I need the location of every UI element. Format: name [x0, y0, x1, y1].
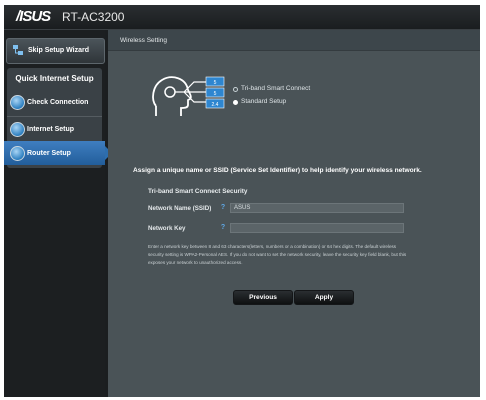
- sidebar-item-label: Router Setup: [27, 150, 71, 157]
- sidebar-item-internet-setup[interactable]: Internet Setup: [4, 117, 105, 141]
- ssid-instruction: Assign a unique name or SSID (Service Se…: [133, 167, 422, 174]
- network-key-input[interactable]: [230, 223, 404, 233]
- sidebar: Skip Setup Wizard Quick Internet Setup C…: [4, 30, 112, 397]
- quick-internet-setup-title: Quick Internet Setup: [15, 74, 94, 83]
- network-key-label: Network Key: [148, 225, 186, 232]
- apply-button[interactable]: Apply: [294, 290, 354, 305]
- step-circle-icon: [10, 146, 25, 161]
- security-section-title: Tri-band Smart Connect Security: [148, 188, 248, 195]
- smart-connect-head-icon: 5 5 2.4: [152, 76, 225, 116]
- skip-setup-wizard-button[interactable]: Skip Setup Wizard: [6, 38, 105, 64]
- step-circle-icon: [10, 122, 25, 137]
- router-window: /ISUS RT-AC3200 Skip Setup Wizard Quick …: [4, 5, 480, 397]
- page-header: Wireless Setting: [108, 30, 480, 51]
- network-name-input[interactable]: ASUS: [230, 203, 404, 213]
- sidebar-item-check-connection[interactable]: Check Connection: [4, 90, 105, 114]
- sidebar-item-router-setup[interactable]: Router Setup: [4, 141, 112, 165]
- step-circle-icon: [10, 95, 25, 110]
- option-label: Standard Setup: [241, 98, 287, 105]
- skip-setup-wizard-label: Skip Setup Wizard: [28, 47, 90, 54]
- sidebar-item-label: Check Connection: [27, 99, 89, 106]
- band-label: 5: [214, 91, 217, 97]
- network-name-label: Network Name (SSID): [148, 205, 212, 212]
- band-label: 2.4: [212, 102, 219, 108]
- help-icon[interactable]: ?: [219, 204, 227, 212]
- model-name: RT-AC3200: [62, 10, 125, 24]
- network-icon: [13, 45, 23, 55]
- network-key-description: Enter a network key between 8 and 63 cha…: [148, 244, 407, 265]
- band-label: 5: [214, 80, 217, 86]
- help-icon[interactable]: ?: [219, 224, 227, 232]
- radio-button[interactable]: [233, 87, 238, 92]
- main-panel: Wireless Setting 5 5 2.4 Tri-band Smart …: [108, 30, 480, 397]
- previous-button[interactable]: Previous: [233, 290, 293, 305]
- option-label: Tri-band Smart Connect: [241, 85, 311, 92]
- radio-button[interactable]: [233, 100, 238, 105]
- asus-logo: /ISUS: [16, 8, 51, 25]
- top-bar: /ISUS RT-AC3200: [4, 5, 480, 30]
- page-title: Wireless Setting: [120, 37, 167, 44]
- sidebar-item-label: Internet Setup: [27, 126, 75, 133]
